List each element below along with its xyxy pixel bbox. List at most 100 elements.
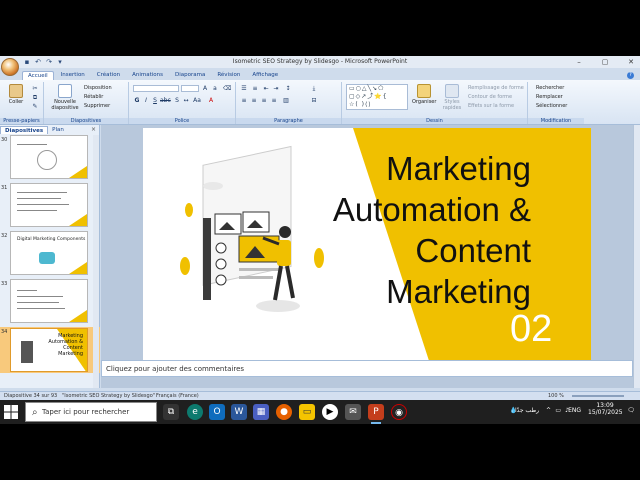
firefox-icon[interactable]: ●	[276, 404, 292, 420]
zoom-level[interactable]: 100 %	[548, 393, 564, 399]
tab-diaporama[interactable]: Diaporama	[170, 71, 210, 80]
grow-font-icon[interactable]: A	[201, 85, 209, 92]
delete-slide-button[interactable]: Supprimer	[84, 103, 110, 109]
copy-icon[interactable]: ⧉	[31, 94, 39, 101]
taskbar-search-input[interactable]: ⌕ Taper ici pour rechercher	[25, 402, 157, 422]
new-slide-button[interactable]: Nouvelle diapositive	[50, 84, 80, 111]
notifications-icon[interactable]: 🗨	[627, 407, 635, 414]
close-pane-icon[interactable]: ×	[91, 126, 96, 133]
bullets-icon[interactable]: ☰	[240, 85, 248, 92]
slide-position: Diapositive 34 sur 93	[4, 393, 58, 399]
minimize-button[interactable]: –	[574, 57, 584, 67]
find-button[interactable]: Rechercher	[536, 85, 564, 91]
replace-button[interactable]: Remplacer	[536, 94, 563, 100]
spacing-icon[interactable]: ↔	[182, 97, 190, 104]
numbering-icon[interactable]: ≡	[251, 85, 259, 92]
tab-insertion[interactable]: Insertion	[56, 71, 90, 80]
shrink-font-icon[interactable]: a	[211, 85, 219, 92]
justify-icon[interactable]: ≡	[270, 97, 278, 104]
align-center-icon[interactable]: ≡	[250, 97, 258, 104]
slide-scrollbar[interactable]	[633, 125, 640, 388]
group-slides: Nouvelle diapositive Disposition Rétabli…	[44, 82, 129, 124]
file-explorer-icon[interactable]: ▭	[299, 404, 315, 420]
layout-button[interactable]: Disposition	[84, 85, 112, 91]
slide-title[interactable]: Marketing Automation & Content Marketing	[311, 148, 531, 312]
shapes-gallery[interactable]: ▭○△╲↘⬠ ▢◇↗⤴⭐{☆( )⟨⟩	[346, 84, 408, 110]
shape-outline-button[interactable]: Contour de forme	[468, 94, 512, 100]
columns-icon[interactable]: ▥	[282, 97, 290, 104]
slide-thumbnail[interactable]: 33	[0, 279, 100, 323]
network-icon[interactable]: ▭	[555, 407, 561, 414]
office-button[interactable]	[1, 58, 19, 76]
text-direction-icon[interactable]: ⤓	[310, 85, 318, 92]
font-size-field[interactable]	[181, 85, 199, 92]
font-color-icon[interactable]: A	[207, 97, 215, 104]
arrange-icon	[417, 84, 431, 98]
windows-start-icon[interactable]	[3, 404, 19, 420]
align-left-icon[interactable]: ≡	[240, 97, 248, 104]
tab-affichage[interactable]: Affichage	[247, 71, 283, 80]
language-indicator[interactable]: ENG	[568, 407, 581, 414]
language-indicator[interactable]: Français (France)	[156, 393, 199, 399]
select-button[interactable]: Sélectionner	[536, 103, 567, 109]
calendar-icon[interactable]: ▦	[253, 404, 269, 420]
change-case-icon[interactable]: Aa	[193, 97, 201, 104]
group-label: Presse-papiers	[0, 118, 43, 124]
tab-revision[interactable]: Révision	[212, 71, 245, 80]
underline-icon[interactable]: S	[151, 97, 159, 104]
shape-fill-button[interactable]: Remplissage de forme	[468, 85, 524, 91]
strikethrough-icon[interactable]: abc	[160, 97, 171, 104]
word-icon[interactable]: W	[231, 404, 247, 420]
shadow	[256, 300, 300, 312]
close-button[interactable]: ✕	[626, 57, 636, 67]
undo-icon[interactable]: ↶	[34, 58, 42, 66]
bold-icon[interactable]: G	[133, 97, 141, 104]
customize-chevron-icon[interactable]: ▾	[56, 58, 64, 66]
align-right-icon[interactable]: ≡	[260, 97, 268, 104]
slide-thumbnail[interactable]: 32 Digital Marketing Components	[0, 231, 100, 275]
powerpoint-icon[interactable]: P	[368, 404, 384, 420]
help-icon[interactable]: ?	[627, 72, 634, 79]
tab-accueil[interactable]: Accueil	[22, 71, 54, 80]
decrease-indent-icon[interactable]: ⇤	[262, 85, 270, 92]
weather-label[interactable]: رطب جدًا	[515, 407, 539, 414]
notes-pane[interactable]: Cliquez pour ajouter des commentaires	[101, 360, 633, 377]
slide-thumbnail[interactable]: 30	[0, 135, 100, 179]
media-player-icon[interactable]: ▶	[322, 404, 338, 420]
clear-format-icon[interactable]: ⌫	[223, 85, 231, 92]
cut-icon[interactable]: ✂	[31, 85, 39, 92]
font-name-field[interactable]	[133, 85, 179, 92]
maximize-button[interactable]: ▢	[600, 57, 610, 67]
arrange-button[interactable]: Organiser	[412, 84, 436, 105]
redo-icon[interactable]: ↷	[45, 58, 53, 66]
mail-icon[interactable]: ✉	[345, 404, 361, 420]
line-spacing-icon[interactable]: ↕	[284, 85, 292, 92]
increase-indent-icon[interactable]: ⇥	[272, 85, 280, 92]
zoom-slider[interactable]	[572, 395, 624, 397]
task-view-icon[interactable]: ⧉	[163, 404, 179, 420]
highlight-card-icon	[238, 235, 280, 263]
tab-creation[interactable]: Création	[92, 71, 125, 80]
recorder-icon[interactable]: ◉	[391, 404, 407, 420]
save-icon[interactable]: ▪	[23, 58, 31, 66]
tab-plan[interactable]: Plan	[48, 126, 68, 134]
slide-thumbnail[interactable]: 31	[0, 183, 100, 227]
align-text-icon[interactable]: ⊟	[310, 97, 318, 104]
tab-diapositives[interactable]: Diapositives	[0, 126, 49, 134]
clock[interactable]: 13:09 15/07/2025	[588, 402, 623, 416]
tab-animations[interactable]: Animations	[127, 71, 168, 80]
paste-button[interactable]: Coller	[4, 84, 28, 105]
italic-icon[interactable]: I	[142, 97, 150, 104]
current-slide[interactable]: Marketing Automation & Content Marketing…	[143, 128, 591, 373]
format-painter-icon[interactable]: ✎	[31, 103, 39, 110]
quick-styles-button[interactable]: Styles rapides	[439, 84, 465, 111]
chevron-up-icon[interactable]: ^	[546, 407, 551, 414]
pane-scrollbar[interactable]	[93, 135, 99, 388]
slide-thumbnail-selected[interactable]: 34 Marketing Automation & Content Market…	[0, 327, 100, 373]
slide-number-label[interactable]: 02	[510, 308, 552, 351]
outlook-icon[interactable]: O	[209, 404, 225, 420]
shadow-icon[interactable]: S	[173, 97, 181, 104]
reset-button[interactable]: Rétablir	[84, 94, 103, 100]
shape-effects-button[interactable]: Effets sur la forme	[468, 103, 514, 109]
edge-icon[interactable]: e	[187, 404, 203, 420]
